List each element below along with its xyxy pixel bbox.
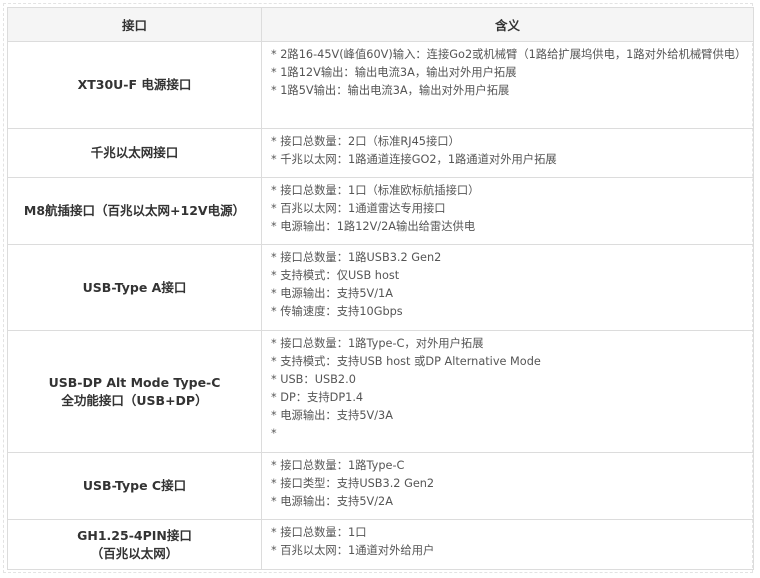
table-row: USB-Type C接口 * 接口总数量：1路Type-C * 接口类型：支持USB… — [7, 452, 754, 520]
table-row: XT30U-F 电源接口 * 2路16-45V(峰值60V)输入：连接Go2或机械… — [7, 41, 754, 129]
interface-name-cell: USB-DP Alt Mode Type-C 全功能接口（USB+DP） — [7, 330, 262, 453]
description-line: * 接口总数量：1路Type-C — [271, 459, 405, 472]
interface-spec-table: 接口 含义 XT30U-F 电源接口 * 2路16-45V(峰值60V)输入：连接… — [7, 7, 754, 570]
description-line: * 电源输出：支持5V/3A — [271, 409, 393, 422]
interface-description-cell: * 接口总数量：1路Type-C * 接口类型：支持USB3.2 Gen2 * 电源… — [261, 452, 754, 520]
description-line: * 接口总数量：1路Type-C，对外用户拓展 — [271, 337, 484, 350]
description-line: * 电源输出：1路12V/2A输出给雷达供电 — [271, 220, 476, 233]
interface-description-cell: * 2路16-45V(峰值60V)输入：连接Go2或机械臂（1路给扩展坞供电，1… — [261, 41, 754, 129]
description-line: * 1路12V输出：输出电流3A，输出对外用户拓展 — [271, 66, 517, 79]
description-line: * 接口总数量：2口（标准RJ45接口） — [271, 135, 460, 148]
interface-description-cell: * 接口总数量：2口（标准RJ45接口） * 千兆以太网：1路通道连接GO2，1路… — [261, 128, 754, 178]
table-row: GH1.25-4PIN接口 （百兆以太网） * 接口总数量：1口 * 百兆以太网：1通… — [7, 519, 754, 570]
table-row: M8航插接口（百兆以太网+12V电源） * 接口总数量：1口（标准欧标航插接口） *… — [7, 177, 754, 245]
description-line: * 1路5V输出：输出电流3A，输出对外用户拓展 — [271, 84, 510, 97]
description-line: * 电源输出：支持5V/2A — [271, 495, 393, 508]
interface-name: GH1.25-4PIN接口 — [77, 527, 192, 543]
interface-description-cell: * 接口总数量：1口 * 百兆以太网：1通道对外给用户 — [261, 519, 754, 570]
interface-name: 全功能接口（USB+DP） — [61, 392, 208, 408]
description-line: * 接口总数量：1口 — [271, 526, 367, 539]
description-line: * 接口总数量：1路USB3.2 Gen2 — [271, 251, 442, 264]
description-line: * 电源输出：支持5V/1A — [271, 287, 393, 300]
column-header-interface: 接口 — [7, 7, 262, 42]
interface-description-cell: * 接口总数量：1路USB3.2 Gen2 * 支持模式：仅USB host * 电… — [261, 244, 754, 331]
interface-description-cell: * 接口总数量：1路Type-C，对外用户拓展 * 支持模式：支持USB host… — [261, 330, 754, 453]
description-line: * 接口类型：支持USB3.2 Gen2 — [271, 477, 435, 490]
interface-name: M8航插接口（百兆以太网+12V电源） — [23, 203, 246, 218]
description-line: * 百兆以太网：1通道雷达专用接口 — [271, 202, 446, 215]
interface-name-cell: 千兆以太网接口 — [7, 128, 262, 178]
table-row: 千兆以太网接口 * 接口总数量：2口（标准RJ45接口） * 千兆以太网：1路通道连… — [7, 128, 754, 178]
table-header-row: 接口 含义 — [7, 7, 754, 42]
interface-name: （百兆以太网） — [90, 545, 179, 561]
interface-name: USB-DP Alt Mode Type-C — [48, 374, 221, 390]
interface-name-cell: M8航插接口（百兆以太网+12V电源） — [7, 177, 262, 245]
description-line: * 接口总数量：1口（标准欧标航插接口） — [271, 184, 480, 197]
table-row: USB-DP Alt Mode Type-C 全功能接口（USB+DP） * 接口总… — [7, 330, 754, 453]
description-line: * USB：USB2.0 — [271, 373, 356, 386]
description-line: * — [271, 427, 277, 440]
interface-name: USB-Type C接口 — [82, 478, 187, 493]
interface-name: XT30U-F 电源接口 — [77, 77, 192, 92]
description-line: * 千兆以太网：1路通道连接GO2，1路通道对外用户拓展 — [271, 153, 557, 166]
interface-name-cell: XT30U-F 电源接口 — [7, 41, 262, 129]
interface-name-cell: USB-Type C接口 — [7, 452, 262, 520]
description-line: * 百兆以太网：1通道对外给用户 — [271, 544, 435, 557]
interface-name: 千兆以太网接口 — [90, 145, 179, 160]
interface-name-cell: GH1.25-4PIN接口 （百兆以太网） — [7, 519, 262, 570]
interface-name: USB-Type A接口 — [82, 279, 187, 295]
interface-name-cell: USB-Type A接口 — [7, 244, 262, 331]
description-line: * 支持模式：仅USB host — [271, 269, 400, 282]
description-line: * 2路16-45V(峰值60V)输入：连接Go2或机械臂（1路给扩展坞供电，1… — [271, 48, 747, 61]
description-line: * 传输速度：支持10Gbps — [271, 305, 403, 318]
column-header-meaning: 含义 — [261, 7, 754, 42]
interface-description-cell: * 接口总数量：1口（标准欧标航插接口） * 百兆以太网：1通道雷达专用接口 * 电… — [261, 177, 754, 245]
description-line: * DP：支持DP1.4 — [271, 391, 364, 404]
description-line: * 支持模式：支持USB host 或DP Alternative Mode — [271, 355, 541, 368]
table-row: USB-Type A接口 * 接口总数量：1路USB3.2 Gen2 * 支持模式：… — [7, 244, 754, 331]
